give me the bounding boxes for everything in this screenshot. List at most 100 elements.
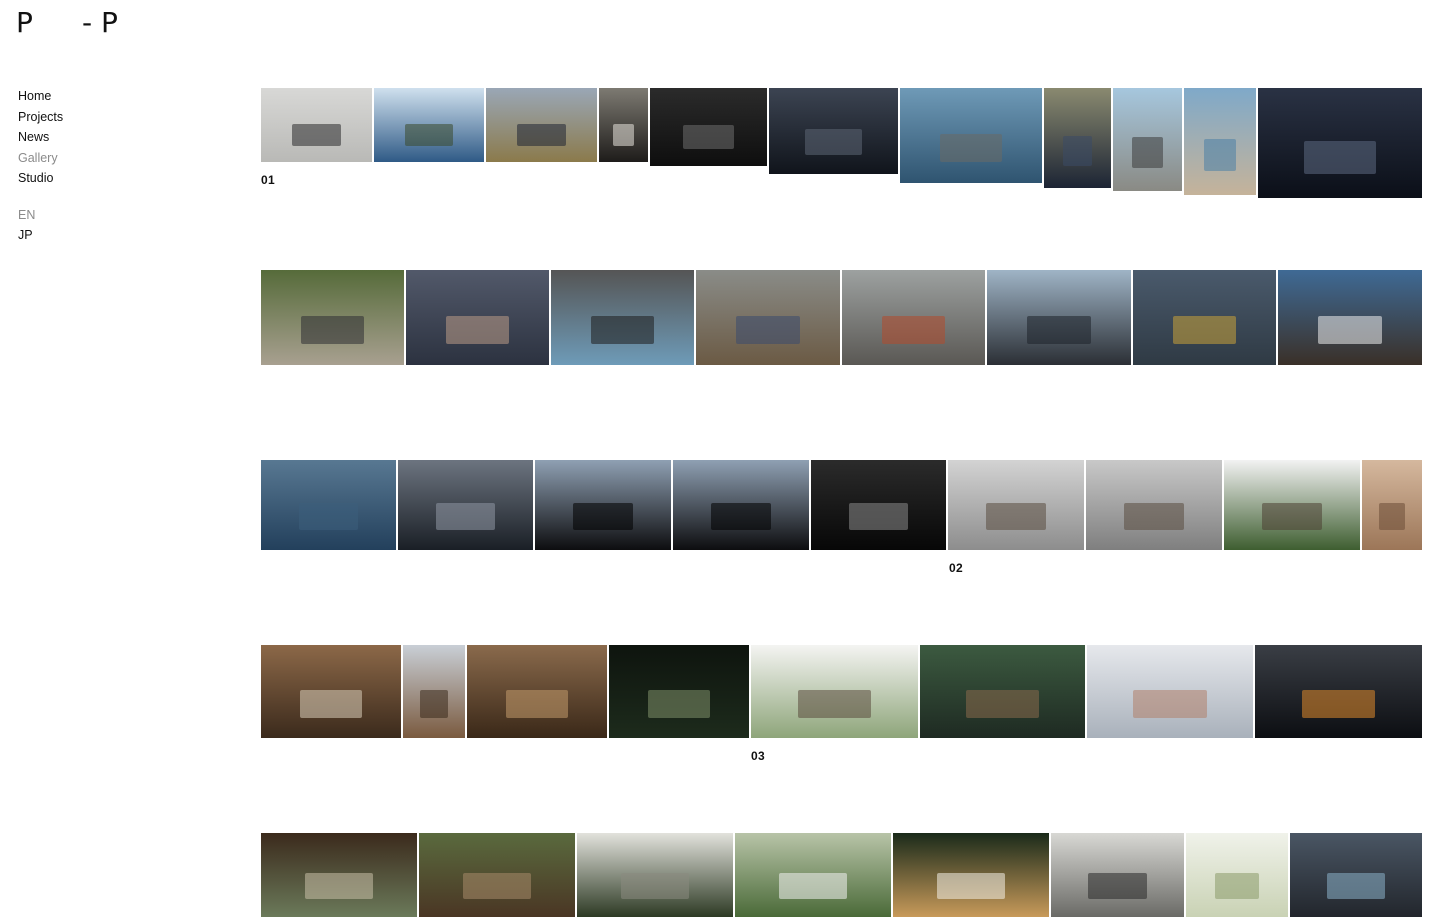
wood-room-photo[interactable]	[261, 645, 401, 738]
dark-water-photo[interactable]	[769, 88, 898, 174]
photo-subject	[1124, 503, 1184, 531]
photo-subject	[420, 689, 448, 718]
photo-subject	[1132, 137, 1163, 169]
calm-sea-photo[interactable]	[261, 460, 396, 550]
dark-table-photo[interactable]	[650, 88, 767, 166]
photo-subject	[797, 689, 872, 718]
lang-en[interactable]: EN	[18, 205, 35, 225]
photo-subject	[1088, 873, 1147, 899]
photo-subject	[1318, 315, 1382, 345]
photo-subject	[939, 133, 1003, 163]
photo-subject	[936, 873, 1006, 899]
night-roof-forest-photo[interactable]	[893, 833, 1049, 917]
interior-window-photo[interactable]	[599, 88, 648, 162]
photo-subject	[1262, 503, 1322, 531]
oyster-pile-photo[interactable]	[1044, 88, 1111, 188]
shell-pile-hillside-photo[interactable]	[261, 270, 404, 365]
wood-angle-photo[interactable]	[403, 645, 465, 738]
water-bench-frame-photo[interactable]	[535, 460, 671, 550]
sauna-interior-photo[interactable]	[467, 645, 607, 738]
main-navigation: Home Projects News Gallery Studio	[18, 86, 63, 189]
bamboo-raft-gloves-photo[interactable]	[1133, 270, 1276, 365]
photo-subject	[1214, 873, 1260, 899]
bench-in-shallows-photo[interactable]	[900, 88, 1042, 183]
site-logo[interactable]: P - P	[16, 6, 136, 42]
photo-subject	[506, 689, 568, 718]
snow-forest-cabin-2-photo[interactable]	[1086, 460, 1222, 550]
open-pavilion-photo[interactable]	[261, 833, 417, 917]
bench-shore-photo[interactable]	[1113, 88, 1182, 191]
photo-subject	[404, 123, 454, 146]
harbor-boat-photo[interactable]	[1278, 270, 1422, 365]
photo-subject	[1173, 315, 1236, 345]
photo-subject	[446, 315, 509, 345]
oyster-raft-worker-photo[interactable]	[987, 270, 1131, 365]
snow-night-fireplace-photo[interactable]	[1255, 645, 1422, 738]
photo-subject	[711, 503, 771, 531]
photo-subject	[1303, 140, 1377, 174]
ripple-water-photo[interactable]	[398, 460, 533, 550]
pavilion-roof-photo[interactable]	[577, 833, 733, 917]
photo-subject	[778, 873, 848, 899]
photo-subject	[517, 123, 566, 146]
photo-subject	[612, 123, 635, 146]
photo-subject	[736, 315, 800, 345]
photo-subject	[1204, 139, 1236, 172]
lang-jp[interactable]: JP	[18, 225, 35, 245]
photo-subject	[1326, 873, 1386, 899]
workshop-machine-photo[interactable]	[842, 270, 985, 365]
bay-islands-photo[interactable]	[374, 88, 484, 162]
photo-subject	[300, 689, 362, 718]
green-forest-cabin-photo[interactable]	[1224, 460, 1360, 550]
photo-subject	[1133, 689, 1207, 718]
project-caption-01[interactable]: 01	[261, 173, 275, 187]
logo-letter-left: P	[16, 6, 33, 39]
project-caption-02[interactable]: 02	[949, 561, 963, 575]
water-bench-frame-2-photo[interactable]	[673, 460, 809, 550]
photo-subject	[805, 129, 862, 156]
charcoal-cube-photo[interactable]	[261, 88, 372, 162]
photo-subject	[1378, 503, 1406, 531]
night-forest-photo[interactable]	[609, 645, 749, 738]
photo-subject	[620, 873, 690, 899]
photo-subject	[882, 315, 945, 345]
snow-pavilion-render-photo[interactable]	[1087, 645, 1253, 738]
glass-house-deck-photo[interactable]	[920, 645, 1085, 738]
language-switcher: EN JP	[18, 205, 35, 245]
photo-subject	[1062, 136, 1093, 166]
photo-subject	[298, 503, 359, 531]
nav-projects[interactable]: Projects	[18, 107, 63, 128]
photo-subject	[591, 315, 654, 345]
photo-subject	[301, 315, 364, 345]
dark-sculpture-photo[interactable]	[811, 460, 946, 550]
white-roof-forest-photo[interactable]	[735, 833, 891, 917]
photo-subject	[462, 873, 532, 899]
wood-interior-strip-photo[interactable]	[1362, 460, 1422, 550]
charcoal-crate-photo[interactable]	[551, 270, 694, 365]
worker-table-photo[interactable]	[696, 270, 840, 365]
project-caption-03[interactable]: 03	[751, 749, 765, 763]
wood-pavilion-forest-photo[interactable]	[419, 833, 575, 917]
nav-studio[interactable]: Studio	[18, 168, 63, 189]
hands-wire-photo[interactable]	[406, 270, 549, 365]
charcoal-bench-field-photo[interactable]	[486, 88, 597, 162]
snow-forest-cabin-photo[interactable]	[948, 460, 1084, 550]
nav-gallery[interactable]: Gallery	[18, 148, 63, 169]
library-stacks-photo[interactable]	[1290, 833, 1422, 917]
photo-subject	[648, 689, 710, 718]
white-field-cabin-photo[interactable]	[751, 645, 918, 738]
photo-subject	[966, 689, 1039, 718]
photo-subject	[304, 873, 374, 899]
oyster-shells-closeup-photo[interactable]	[1258, 88, 1422, 198]
logo-letter-right: - P	[82, 6, 118, 39]
sea-beach-photo[interactable]	[1184, 88, 1256, 195]
old-building-photo[interactable]	[1051, 833, 1184, 917]
tree-sketch-render-photo[interactable]	[1186, 833, 1288, 917]
nav-home[interactable]: Home	[18, 86, 63, 107]
nav-news[interactable]: News	[18, 127, 63, 148]
photo-subject	[435, 503, 496, 531]
photo-subject	[1027, 315, 1091, 345]
photo-subject	[848, 503, 909, 531]
photo-subject	[292, 123, 341, 146]
photo-subject	[573, 503, 633, 531]
